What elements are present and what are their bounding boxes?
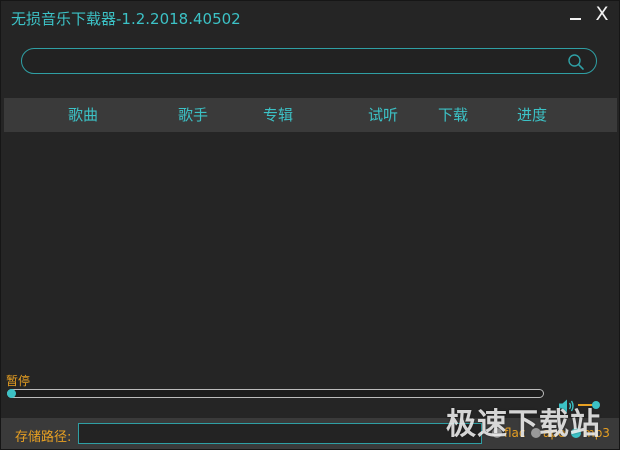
search-icon[interactable] (567, 53, 585, 71)
volume-knob[interactable] (592, 401, 600, 409)
column-song[interactable]: 歌曲 (68, 98, 98, 132)
format-option-mp3[interactable]: mp3 (571, 424, 610, 442)
column-download[interactable]: 下载 (438, 98, 468, 132)
speaker-icon[interactable] (557, 397, 575, 415)
format-label-flac: flac (504, 426, 526, 440)
song-list[interactable] (4, 132, 617, 370)
table-header: 歌曲 歌手 专辑 试听 下载 进度 (4, 98, 617, 132)
search-input[interactable] (34, 51, 558, 73)
format-label-ape: ape (543, 426, 566, 440)
playback-progress-bar[interactable] (7, 389, 544, 398)
column-album[interactable]: 专辑 (263, 98, 293, 132)
column-progress[interactable]: 进度 (517, 98, 547, 132)
format-label-mp3: mp3 (583, 426, 610, 440)
format-option-ape[interactable]: ape (531, 424, 565, 442)
column-preview[interactable]: 试听 (368, 98, 398, 132)
radio-icon[interactable] (492, 428, 502, 438)
save-path-input[interactable] (78, 423, 482, 444)
window-title: 无损音乐下载器-1.2.2018.40502 (11, 10, 241, 28)
app-window: 无损音乐下载器-1.2.2018.40502 X 歌曲 歌手 专辑 试听 下载 … (0, 0, 620, 450)
playback-status: 暂停 (6, 374, 31, 388)
format-option-flac[interactable]: flac (492, 424, 526, 442)
progress-knob[interactable] (7, 389, 16, 398)
save-path-label: 存储路径: (15, 430, 72, 445)
radio-selected-icon[interactable] (571, 428, 581, 438)
title-bar[interactable]: 无损音乐下载器-1.2.2018.40502 X (1, 1, 619, 37)
radio-icon[interactable] (531, 428, 541, 438)
search-bar[interactable] (21, 48, 597, 74)
minimize-button[interactable] (567, 7, 585, 25)
close-button[interactable]: X (591, 2, 613, 26)
column-artist[interactable]: 歌手 (178, 98, 208, 132)
